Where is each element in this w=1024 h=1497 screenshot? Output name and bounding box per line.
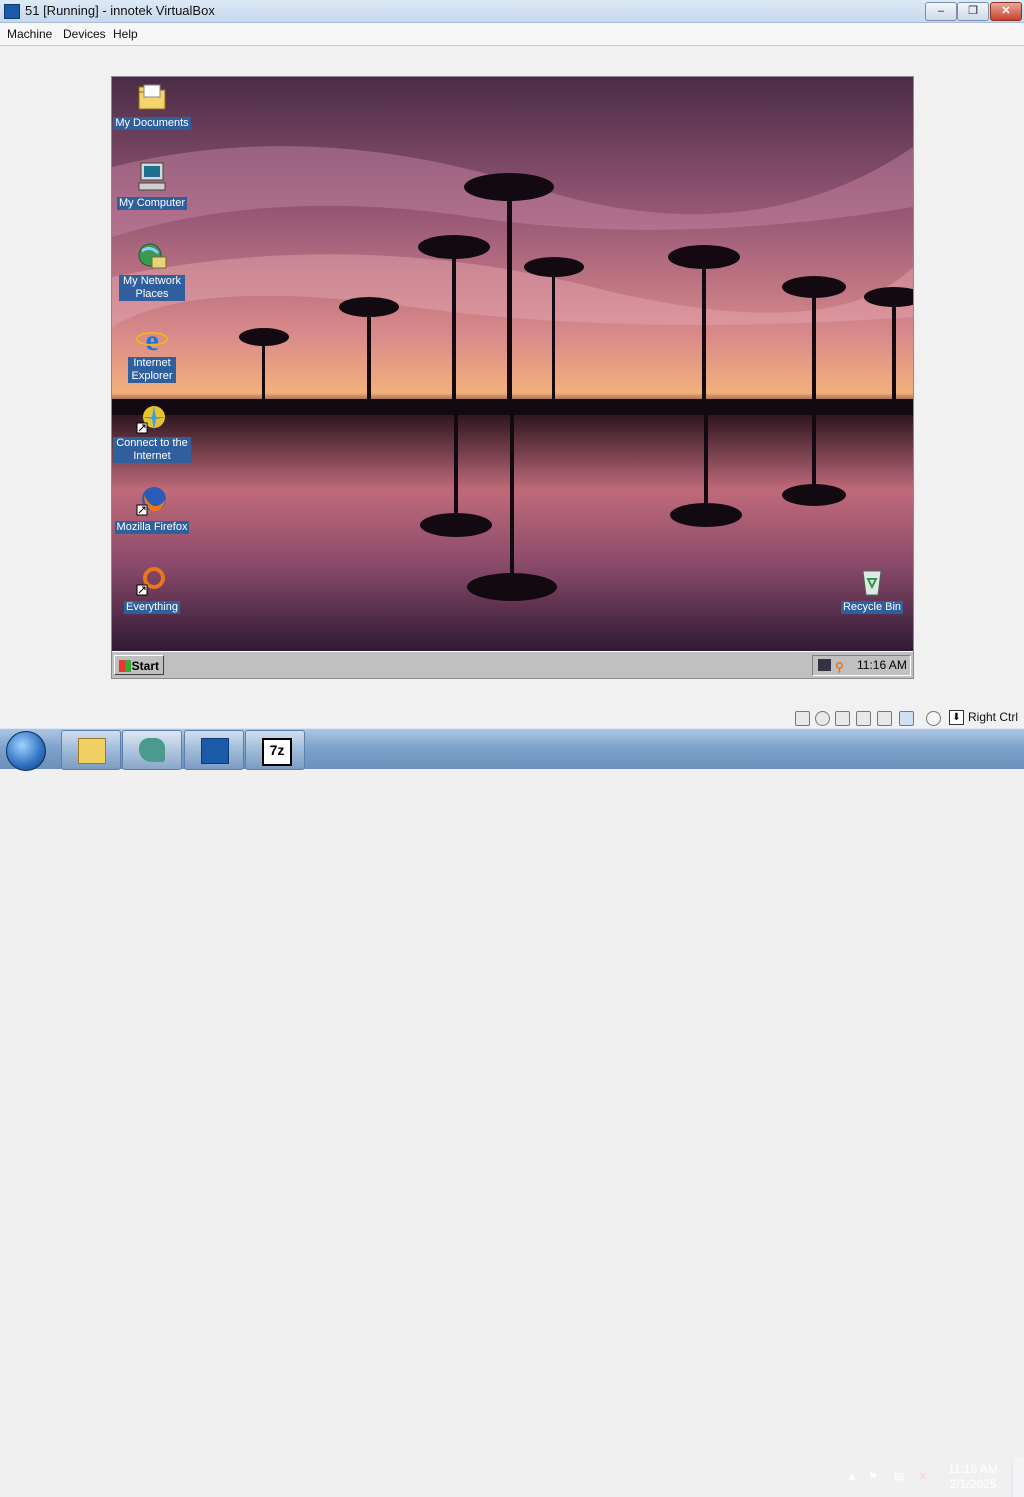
shared-folders-icon[interactable] [899,711,914,726]
maximize-button[interactable]: ❐ [957,2,989,21]
computer-icon [136,161,168,193]
guest-display[interactable]: My Documents My Computer My Network Plac… [111,76,914,679]
everything-icon [136,565,168,597]
desktop-icon-my-network-places[interactable]: My Network Places [112,241,192,302]
close-button[interactable]: ✕ [990,2,1022,21]
start-orb[interactable] [6,731,46,771]
mouse-integration-icon[interactable] [926,711,941,726]
network-status-icon[interactable] [856,711,871,726]
host-key-label: Right Ctrl [968,710,1019,724]
virtualbox-window: 51 [Running] - innotek VirtualBox – ❐ ✕ … [0,0,1024,728]
window-title: 51 [Running] - innotek VirtualBox [25,3,215,18]
7zip-icon: 7z [262,738,292,766]
menu-help[interactable]: Help [113,27,138,41]
host-clock[interactable]: 11:16 AM 2/1/2025 [940,1462,1006,1492]
menu-machine[interactable]: Machine [7,27,52,41]
title-bar[interactable]: 51 [Running] - innotek VirtualBox – ❐ ✕ [0,0,1024,23]
host-key-icon: ⬇ [949,710,964,725]
volume-muted-icon[interactable]: ✕ [916,1471,930,1483]
seahorse-icon [139,738,165,762]
recycle-bin-icon [856,565,888,597]
taskbar-explorer[interactable] [61,730,121,770]
taskbar-virtualbox[interactable] [184,730,244,770]
desktop-icon-mozilla-firefox[interactable]: Mozilla Firefox [112,485,192,535]
connect-icon [136,403,168,435]
network-tray-icon[interactable] [818,659,831,671]
ie-icon: e [136,323,168,357]
menu-devices[interactable]: Devices [63,27,106,41]
guest-clock[interactable]: 11:16 AM [857,656,907,675]
explorer-icon [78,738,106,764]
windows-flag-icon [119,660,131,672]
action-center-flag-icon[interactable]: ⚑ [866,1471,880,1483]
network-icon[interactable]: ▤ [892,1471,906,1483]
floppy-status-icon[interactable] [835,711,850,726]
virtualbox-icon [201,738,229,764]
guest-system-tray: ⚲ 11:16 AM [812,655,911,676]
usb-status-icon[interactable] [877,711,892,726]
hard-disk-status-icon[interactable] [795,711,810,726]
cd-status-icon[interactable] [815,711,830,726]
virtualbox-icon [4,4,20,19]
show-desktop-button[interactable] [1012,1458,1024,1497]
sunset-wallpaper [112,77,913,651]
network-icon [136,241,168,273]
show-hidden-icons-icon[interactable]: ▲ [845,1471,859,1483]
desktop-icon-everything[interactable]: Everything [112,565,192,615]
start-button[interactable]: Start [114,655,164,675]
firefox-icon [136,485,168,517]
desktop-icon-my-documents[interactable]: My Documents [112,81,192,131]
search-icon[interactable]: ⚲ [835,658,844,677]
desktop-icon-recycle-bin[interactable]: Recycle Bin [832,565,912,615]
taskbar-7zip[interactable]: 7z [245,730,305,770]
host-taskbar: 7z ▲ ⚑ ▤ ✕ 11:16 AM 2/1/2025 [0,728,1024,1497]
desktop-icon-my-computer[interactable]: My Computer [112,161,192,211]
svg-text:e: e [145,324,158,355]
desktop-icon-internet-explorer[interactable]: e Internet Explorer [112,323,192,384]
minimize-button[interactable]: – [925,2,957,21]
menu-bar: Machine Devices Help [0,23,1024,46]
taskbar-seahorse[interactable] [122,730,182,770]
guest-taskbar: Start ⚲ 11:16 AM [112,651,913,678]
folder-icon [136,81,168,113]
desktop-icon-connect-to-the-internet[interactable]: Connect to the Internet [112,403,192,464]
